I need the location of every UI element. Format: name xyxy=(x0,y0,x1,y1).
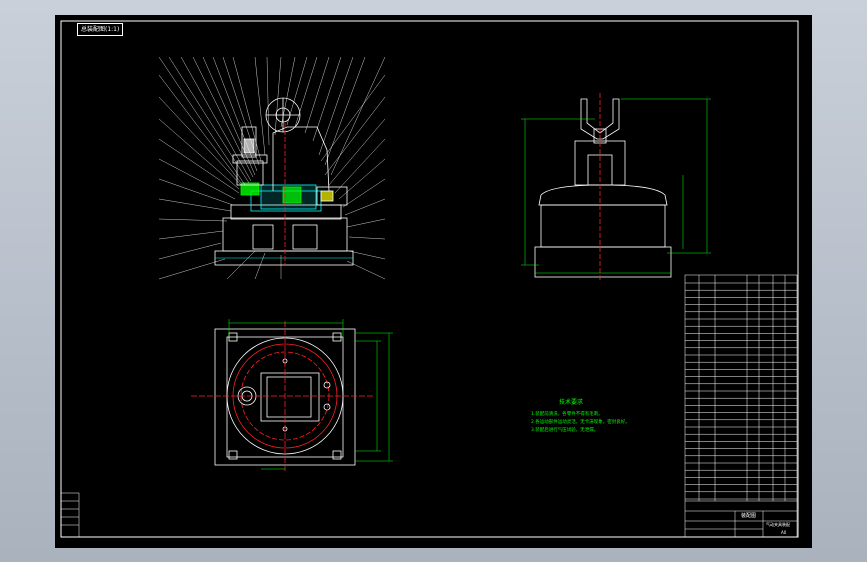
title-block-sheet: A0 xyxy=(781,530,787,535)
tech-notes-title: 技术要求 xyxy=(559,399,584,406)
parts-list xyxy=(684,274,798,538)
technical-notes: 技术要求 1.装配前清洗，各零件不得有毛刺。 2.各运动部件运动灵活，无卡滞现象… xyxy=(531,399,630,435)
leader-lines xyxy=(158,56,386,280)
title-block-subtitle: 气动夹具装配 xyxy=(766,522,790,527)
side-base xyxy=(534,246,672,278)
tech-note-line: 3.装配后进行气压试验，无泄漏。 xyxy=(531,428,599,433)
side-cap xyxy=(538,184,668,206)
cad-drawing xyxy=(60,20,799,538)
title-block-name: 装配图 xyxy=(741,513,757,519)
tech-note-line: 1.装配前清洗，各零件不得有毛刺。 xyxy=(531,412,603,417)
side-view xyxy=(534,93,672,281)
cad-viewport[interactable]: 总装配图(1:1) 技术要求 1.装配前清洗，各零件不得有毛刺。 2.各运动部件… xyxy=(55,15,812,548)
top-clamp-block xyxy=(260,372,320,422)
front-section-view xyxy=(214,97,354,266)
tech-note-line: 2.各运动部件运动灵活，无卡滞现象，密封良好。 xyxy=(531,420,630,425)
top-view xyxy=(191,321,375,473)
drawing-border xyxy=(60,20,799,538)
revision-block xyxy=(60,492,80,538)
